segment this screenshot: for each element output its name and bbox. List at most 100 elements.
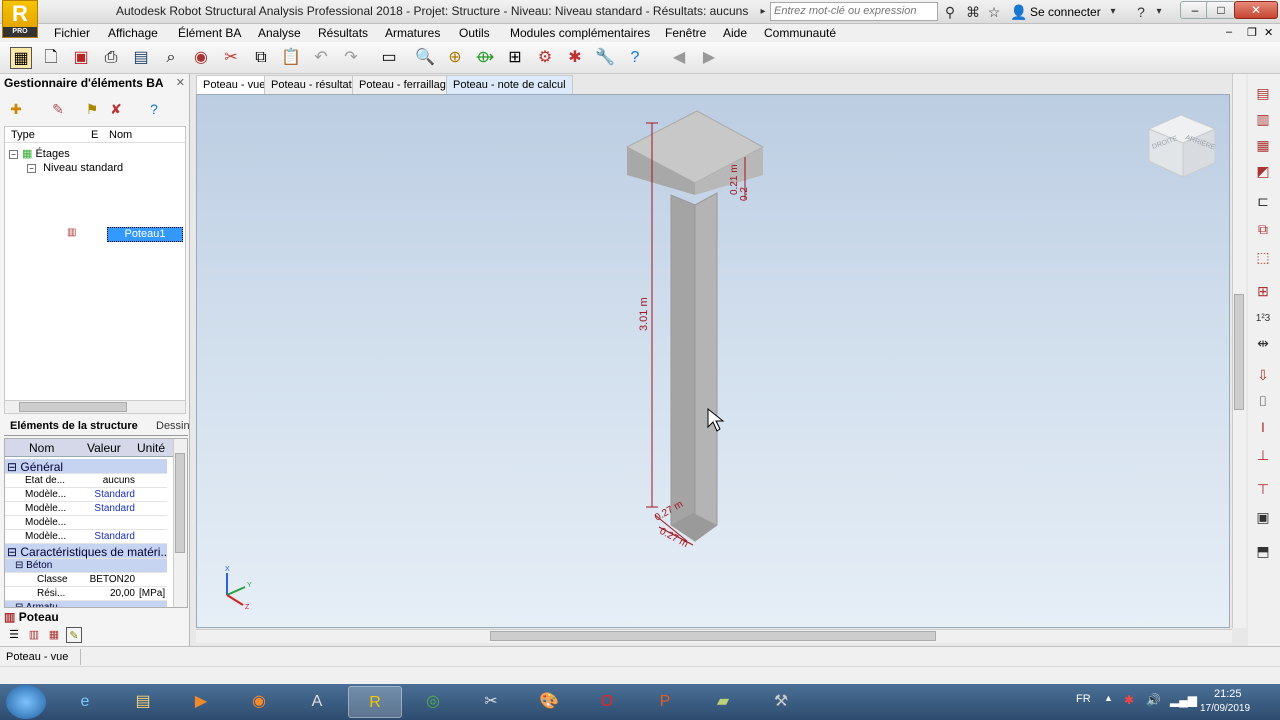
menu-outils[interactable]: Outils <box>459 26 490 40</box>
print-icon[interactable]: ⎙ <box>100 47 122 69</box>
mdi-close-button[interactable]: ✕ <box>1264 26 1273 39</box>
view-icon[interactable]: ⊞ <box>504 47 526 69</box>
tab-poteau-note-de-calcul[interactable]: Poteau - note de calcul <box>446 75 573 94</box>
close-button[interactable]: ✕ <box>1234 1 1278 19</box>
communication-icon[interactable]: ⌘ <box>964 3 982 21</box>
column-view-icon[interactable]: ▥ <box>26 627 42 643</box>
edit-element-icon[interactable]: ✎ <box>48 99 68 119</box>
redo-icon[interactable]: ↷ <box>340 47 362 69</box>
col-valeur[interactable]: Valeur <box>87 441 121 455</box>
tab-poteau[interactable]: ▥ Poteau <box>4 610 84 626</box>
tree-node-poteau1[interactable]: Poteau1 <box>107 227 183 242</box>
internet-explorer-icon[interactable]: e <box>58 686 112 718</box>
foundation-icon[interactable]: ▦ <box>1252 134 1274 156</box>
properties-vertical-scrollbar[interactable] <box>173 439 187 607</box>
prop-row[interactable]: Modèle... <box>5 516 167 530</box>
delete-filter-icon[interactable]: ✘ <box>106 99 126 119</box>
bar-icon[interactable]: Ι <box>1252 416 1274 438</box>
footing-icon[interactable]: ⊤ <box>1252 478 1274 500</box>
numbering-icon[interactable]: 1²3 <box>1252 308 1274 330</box>
stirrup-icon[interactable]: ⌷ <box>1252 390 1274 412</box>
menu-analyse[interactable]: Analyse <box>258 26 301 40</box>
rebar-view-icon[interactable]: ▦ <box>46 627 62 643</box>
paint-icon[interactable]: 🎨 <box>522 686 576 718</box>
prop-group-materials[interactable]: ⊟ Caractéristiques de matéri... <box>5 544 167 559</box>
prop-row[interactable]: Rési... 20,00 [MPa] <box>5 587 167 601</box>
3d-viewport[interactable]: 3.01 m 0.21 m 0.2 0.27 m 0.27 m DROITE A… <box>196 94 1230 628</box>
mdi-minimize-button[interactable]: – <box>1226 26 1232 38</box>
prop-row[interactable]: Etat de... aucuns <box>5 474 167 488</box>
scroll-thumb[interactable] <box>1234 294 1244 410</box>
axis-icon[interactable]: ⟴ <box>474 47 496 69</box>
firefox-icon[interactable]: ◉ <box>232 686 286 718</box>
tab-elements-structure[interactable]: Eléments de la structure <box>10 420 138 432</box>
column-icon[interactable]: ▥ <box>1252 108 1274 130</box>
viewport-horizontal-scrollbar[interactable] <box>196 629 1232 643</box>
undo-icon[interactable]: ↶ <box>310 47 332 69</box>
tree-horizontal-scrollbar[interactable] <box>4 400 186 414</box>
section-icon[interactable]: ⊏ <box>1252 190 1274 212</box>
security-icon[interactable]: ✱ <box>1124 693 1134 707</box>
beam-icon[interactable]: ▤ <box>1252 82 1274 104</box>
display-icon[interactable]: ▭ <box>378 47 400 69</box>
tree-col-e[interactable]: E <box>91 129 98 141</box>
search-input[interactable]: Entrez mot-clé ou expression <box>770 2 938 21</box>
dimensions-icon[interactable]: ⇹ <box>1252 332 1274 354</box>
clock-time[interactable]: 21:25 <box>1214 688 1242 700</box>
scroll-thumb[interactable] <box>175 453 185 553</box>
chevron-down-icon[interactable]: ▾ <box>1104 3 1122 21</box>
tab-poteau-vue[interactable]: Poteau - vue <box>196 75 273 94</box>
maximize-button[interactable]: □ <box>1206 1 1236 19</box>
copy-icon[interactable]: ⧉ <box>250 47 272 69</box>
scroll-thumb[interactable] <box>19 402 127 412</box>
save-icon[interactable]: ▣ <box>70 47 92 69</box>
powerpoint-icon[interactable]: P <box>638 686 692 718</box>
slab-icon[interactable]: ⬚ <box>1252 246 1274 268</box>
col-nom[interactable]: Nom <box>29 441 54 455</box>
menu-armatures[interactable]: Armatures <box>385 26 440 40</box>
media-player-icon[interactable]: ▶ <box>174 686 228 718</box>
prop-row[interactable]: Modèle... Standard <box>5 488 167 502</box>
app-logo[interactable]: R PRO <box>2 0 38 38</box>
user-icon[interactable]: 👤 <box>1010 3 1028 21</box>
zoom-icon[interactable]: ⊕ <box>444 47 466 69</box>
menu-fenetre[interactable]: Fenêtre <box>665 26 706 40</box>
tree-col-nom[interactable]: Nom <box>109 129 132 141</box>
tray-expand-icon[interactable]: ▲ <box>1104 693 1113 703</box>
help-chevron-down-icon[interactable]: ▾ <box>1150 3 1168 21</box>
drawing-icon[interactable]: ▣ <box>1252 506 1274 528</box>
viewport-vertical-scrollbar[interactable] <box>1232 74 1246 628</box>
filter-icon[interactable]: ⚑ <box>82 99 102 119</box>
previous-arrow-icon[interactable]: ◀ <box>668 47 690 69</box>
volume-icon[interactable]: 🔊 <box>1146 693 1161 707</box>
toolbar-help-icon[interactable]: ? <box>624 47 646 69</box>
scroll-thumb[interactable] <box>490 631 936 641</box>
calculation-note-icon[interactable]: ✎ <box>66 627 82 643</box>
panel-help-icon[interactable]: ? <box>144 99 164 119</box>
collapse-toggle[interactable]: − <box>9 149 18 159</box>
col-unite[interactable]: Unité <box>137 441 165 455</box>
cut-icon[interactable]: ✂ <box>220 47 242 69</box>
menu-fichier[interactable]: Fichier <box>54 26 90 40</box>
reinforcement-icon[interactable]: ⧉ <box>1252 218 1274 240</box>
snipping-tool-icon[interactable]: ✂ <box>464 686 518 718</box>
add-element-icon[interactable]: ✚ <box>6 99 26 119</box>
menu-element-ba[interactable]: Élément BA <box>178 26 241 40</box>
print-preview-icon[interactable]: ⌕ <box>160 47 182 69</box>
favorites-star-icon[interactable]: ☆ <box>985 3 1003 21</box>
export-icon[interactable]: ⬒ <box>1252 540 1274 562</box>
load-icon[interactable]: ⇩ <box>1252 364 1274 386</box>
structure-icon[interactable]: ⚙ <box>534 47 556 69</box>
language-indicator[interactable]: FR <box>1076 693 1091 705</box>
tree-node-niveau[interactable]: − Niveau standard <box>27 162 123 174</box>
chrome-icon[interactable]: ◎ <box>406 686 460 718</box>
menu-communaute[interactable]: Communauté <box>764 26 836 40</box>
open-book-icon[interactable]: ▤ <box>130 47 152 69</box>
tree-node-etages[interactable]: − ▦ Étages <box>9 147 70 160</box>
collapse-toggle[interactable]: − <box>27 163 36 173</box>
next-arrow-icon[interactable]: ▶ <box>698 47 720 69</box>
mdi-restore-button[interactable]: ❐ <box>1247 26 1257 39</box>
prop-row[interactable]: Classe BETON20 <box>5 573 167 587</box>
clock-date[interactable]: 17/09/2019 <box>1200 703 1250 714</box>
tab-dessins[interactable]: Dessin <box>156 420 190 432</box>
